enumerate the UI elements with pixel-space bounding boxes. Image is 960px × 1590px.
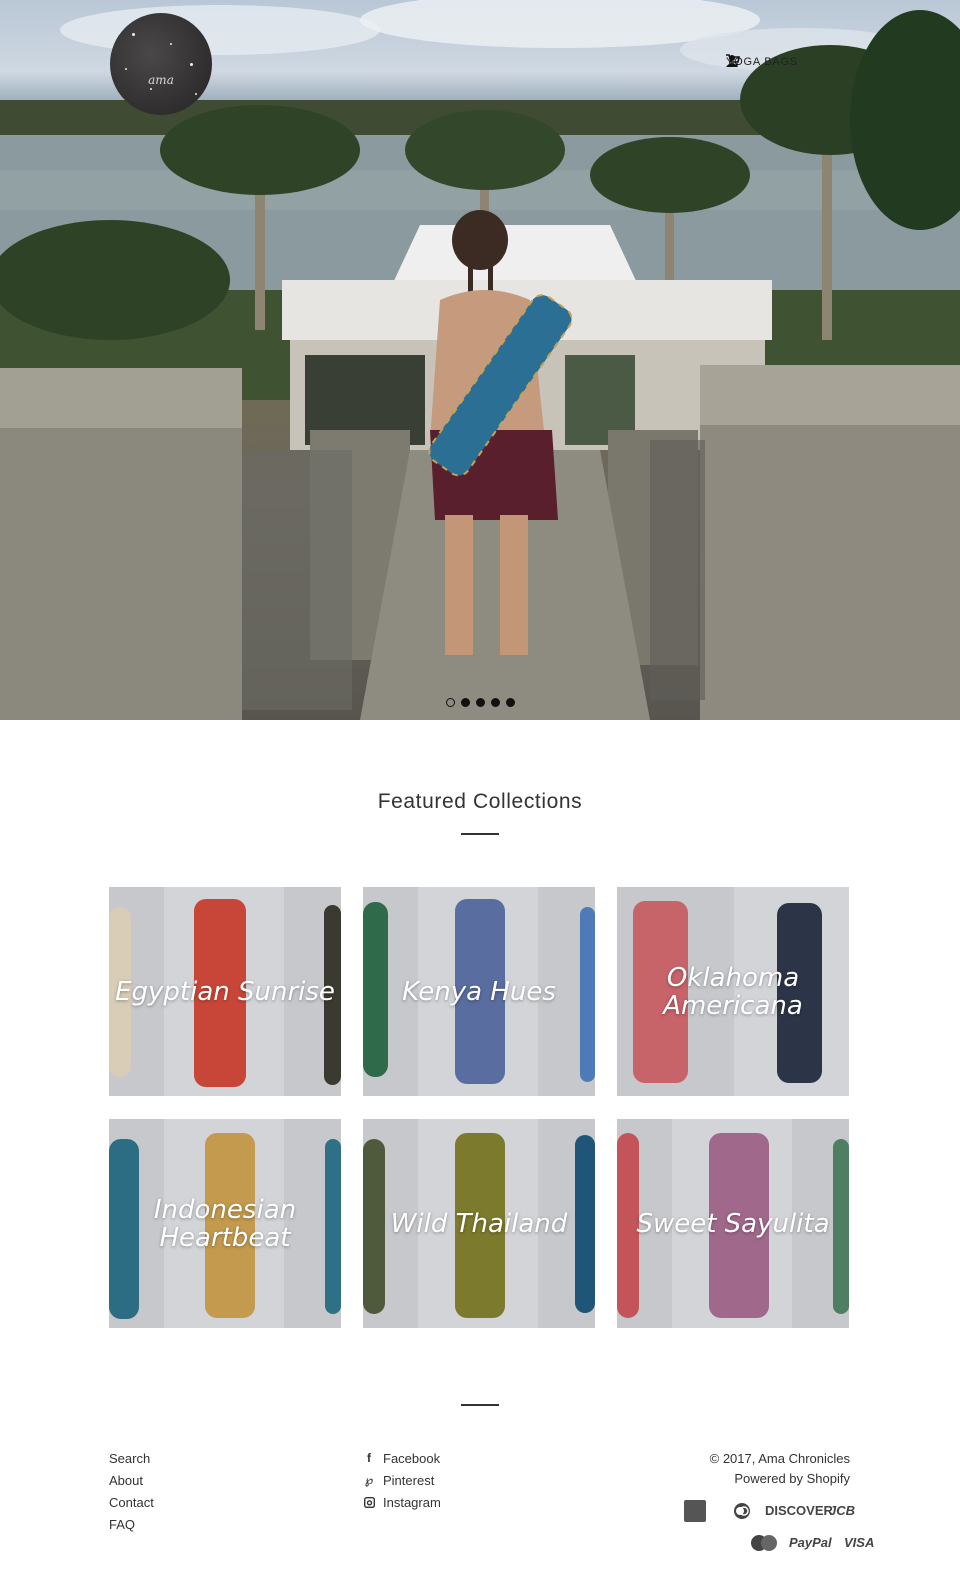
paypal-icon: PayPal: [789, 1535, 832, 1550]
jcb-icon: JCB: [829, 1503, 856, 1518]
logo[interactable]: ama: [110, 13, 212, 115]
slide-dot-4[interactable]: [491, 698, 500, 707]
cart-icon[interactable]: [725, 54, 850, 70]
section-title: Featured Collections: [377, 790, 583, 813]
collection-title: Kenya Hues: [402, 976, 556, 1007]
collection-title: Egyptian Sunrise: [115, 976, 335, 1007]
section-divider: [461, 833, 499, 835]
slideshow-pagination: [446, 698, 515, 707]
social-link-pinterest[interactable]: ℘ Pinterest: [363, 1473, 441, 1488]
slide-dot-1[interactable]: [446, 698, 455, 707]
footer-social: f Facebook ℘ Pinterest Instagram: [363, 1451, 441, 1517]
footer-links: Search About Contact FAQ: [109, 1451, 154, 1539]
footer-divider: [461, 1404, 499, 1406]
powered-by-link[interactable]: Powered by Shopify: [734, 1471, 850, 1486]
collection-card[interactable]: Oklahoma Americana: [617, 887, 849, 1096]
social-link-facebook[interactable]: f Facebook: [363, 1451, 441, 1466]
logo-text: ama: [148, 73, 174, 87]
facebook-icon: f: [367, 1451, 371, 1465]
collection-card[interactable]: Kenya Hues: [363, 887, 595, 1096]
discover-icon: DISCOVER: [765, 1503, 833, 1518]
collection-card[interactable]: Egyptian Sunrise: [109, 887, 341, 1096]
collection-grid: Egyptian Sunrise Kenya Hues Oklahoma Ame…: [109, 887, 849, 1328]
copyright: © 2017, Ama Chronicles: [709, 1451, 850, 1466]
user-icon[interactable]: [725, 54, 824, 70]
footer-legal: © 2017, Ama Chronicles Powered by Shopif…: [710, 1451, 850, 1491]
collection-card[interactable]: Indonesian Heartbeat: [109, 1119, 341, 1328]
footer-link-about[interactable]: About: [109, 1473, 154, 1488]
american-express-icon: [684, 1500, 706, 1522]
slide-dot-5[interactable]: [506, 698, 515, 707]
hero-slideshow: ama YOGA BAGS: [0, 0, 960, 720]
social-link-instagram[interactable]: Instagram: [363, 1495, 441, 1510]
collection-title: Wild Thailand: [390, 1208, 568, 1239]
footer-link-faq[interactable]: FAQ: [109, 1517, 154, 1532]
slide-dot-3[interactable]: [476, 698, 485, 707]
collection-title: Indonesian Heartbeat: [153, 1194, 297, 1253]
collection-title: Oklahoma Americana: [663, 962, 803, 1021]
footer-link-search[interactable]: Search: [109, 1451, 154, 1466]
visa-icon: VISA: [844, 1535, 875, 1550]
collection-card[interactable]: Wild Thailand: [363, 1119, 595, 1328]
slide-dot-2[interactable]: [461, 698, 470, 707]
master-card-icon: [750, 1534, 778, 1555]
header-nav: YOGA BAGS: [725, 54, 850, 70]
collection-card[interactable]: Sweet Sayulita: [617, 1119, 849, 1328]
collection-title: Sweet Sayulita: [636, 1208, 830, 1239]
pinterest-icon: ℘: [364, 1473, 374, 1487]
footer-link-contact[interactable]: Contact: [109, 1495, 154, 1510]
instagram-icon: [363, 1497, 375, 1508]
diners-club-icon: [732, 1502, 752, 1523]
